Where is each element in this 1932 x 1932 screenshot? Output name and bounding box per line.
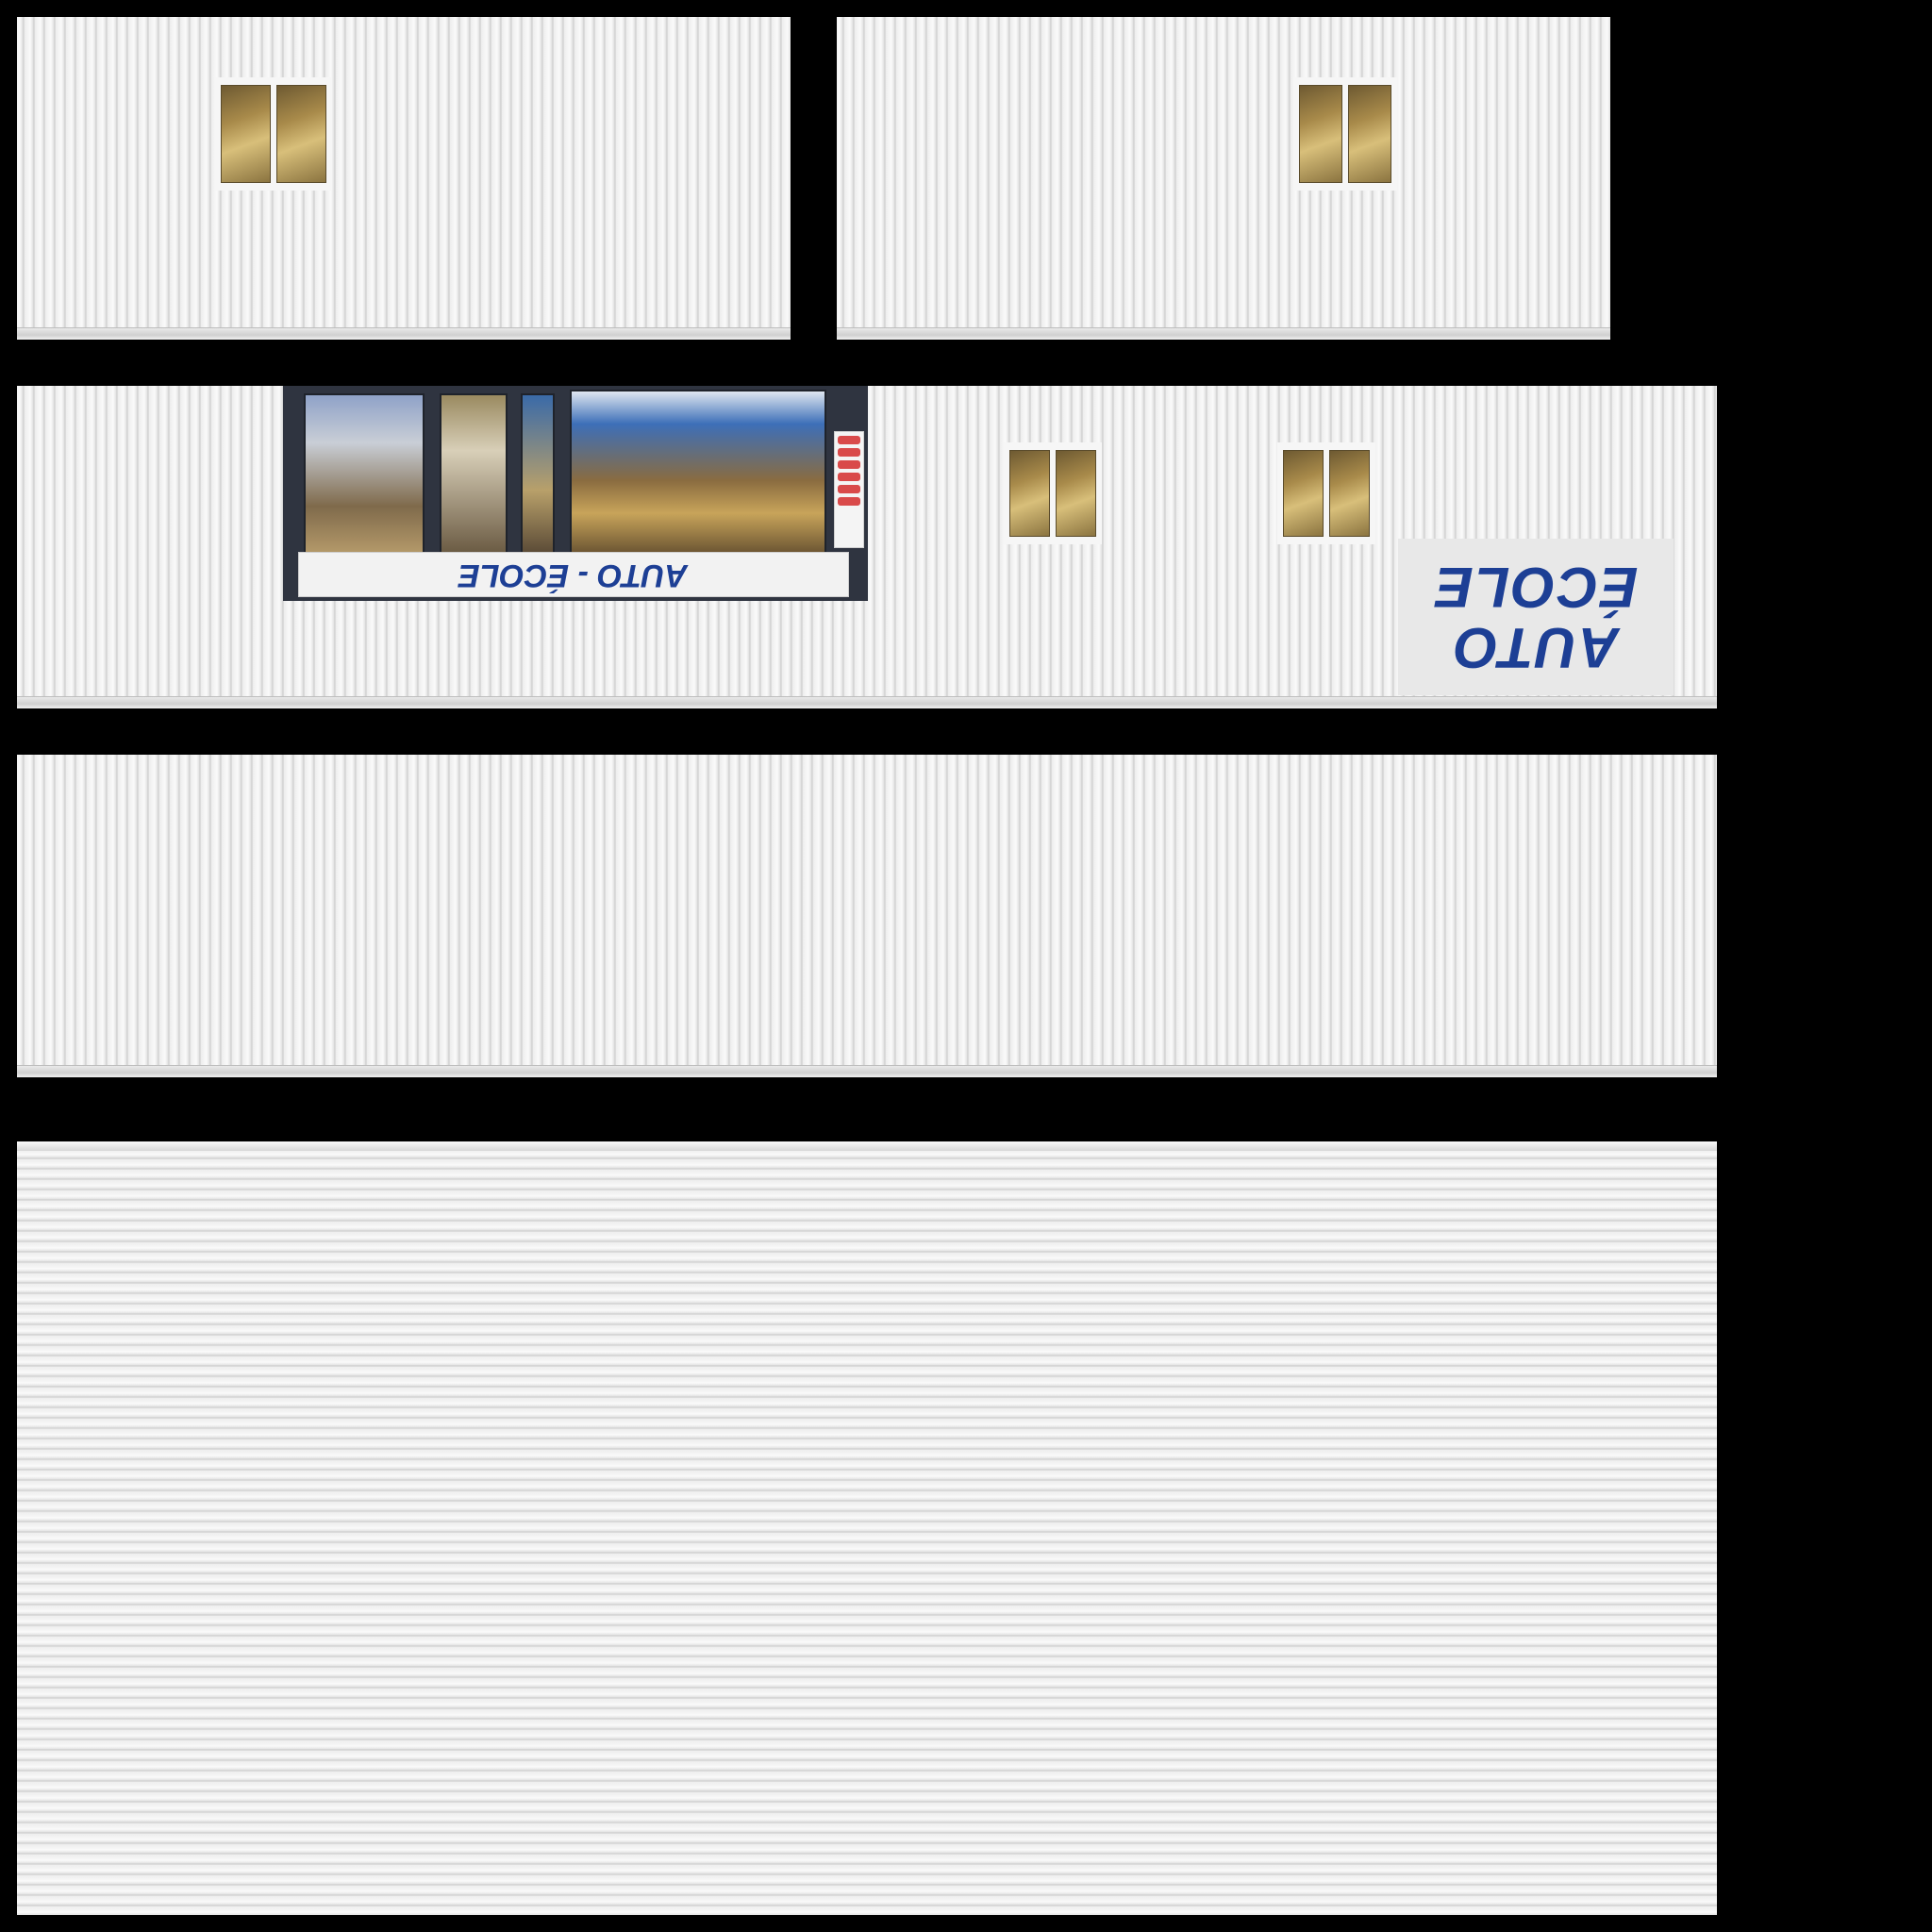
wall-panel-plain — [17, 755, 1717, 1077]
wall-panel-top-left — [17, 17, 791, 340]
storefront-sign: AUTO - ÉCOLE — [298, 552, 849, 597]
window-pane — [1056, 450, 1096, 537]
storefront-sign-text: AUTO - ÉCOLE — [458, 557, 689, 593]
window-pane — [1299, 85, 1342, 183]
window — [1293, 77, 1397, 191]
window — [215, 77, 332, 191]
window — [1004, 442, 1102, 544]
wall-panel-storefront: AUTO - ÉCOLE AUTO ÉCOLE — [17, 386, 1717, 708]
shop-display-left — [304, 393, 425, 556]
side-sign: AUTO ÉCOLE — [1398, 539, 1674, 695]
side-sign-line1: AUTO — [1452, 616, 1620, 679]
price-sticker-strip — [834, 431, 864, 548]
window-pane — [1283, 450, 1324, 537]
shop-window: AUTO - ÉCOLE — [283, 386, 868, 601]
window-pane — [1348, 85, 1391, 183]
shop-door — [521, 393, 555, 556]
window-pane — [1329, 450, 1370, 537]
window-pane — [221, 85, 271, 183]
window-pane — [276, 85, 326, 183]
side-sign-line2: ÉCOLE — [1433, 556, 1639, 619]
shop-display-right — [570, 390, 826, 556]
window-pane — [1009, 450, 1050, 537]
roof-panel — [17, 1141, 1717, 1915]
wall-panel-top-right — [837, 17, 1610, 340]
window — [1277, 442, 1375, 544]
shop-door — [440, 393, 508, 556]
